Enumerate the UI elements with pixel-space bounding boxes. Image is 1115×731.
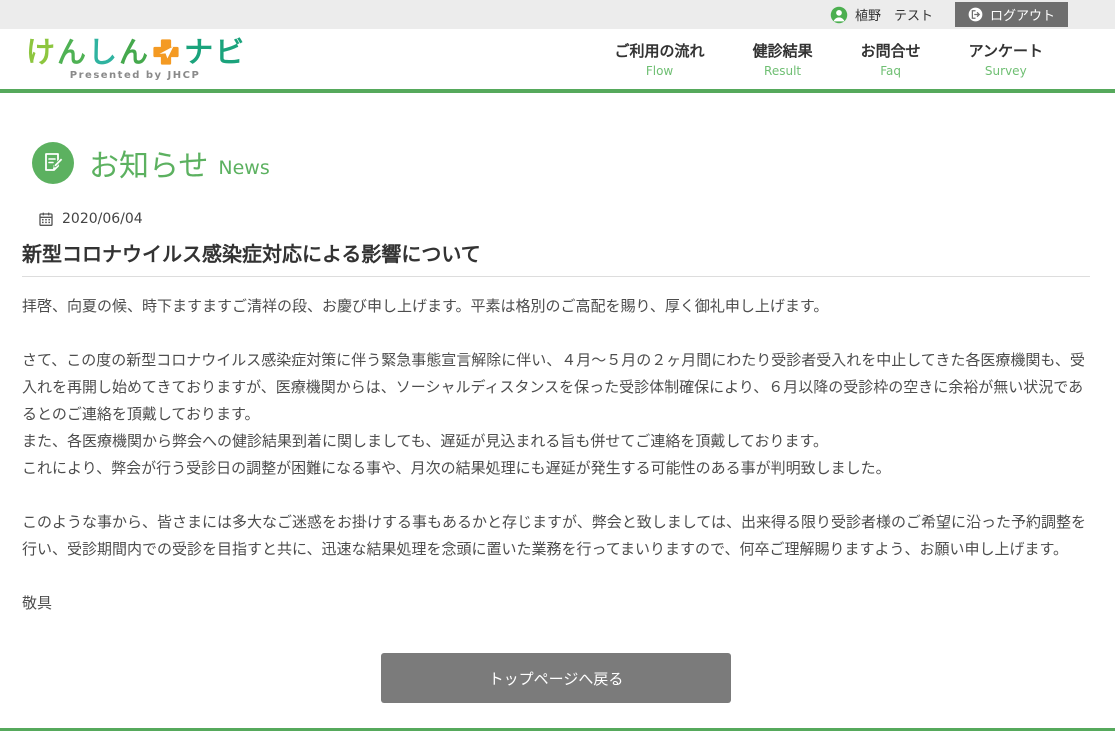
nav-label-jp: 健診結果	[752, 42, 813, 60]
logo-char: ん	[119, 34, 149, 69]
nav-label-en: Survey	[984, 64, 1027, 78]
article-date: 2020/06/04	[62, 211, 143, 227]
article-paragraph: このような事から、皆さまには多大なご迷惑をお掛けする事もあるかと存じますが、弊会…	[22, 513, 1086, 558]
logo-char: し	[88, 34, 118, 69]
nav-item-survey[interactable]: アンケート Survey	[969, 40, 1043, 78]
logged-in-user: 植野 テスト	[830, 5, 933, 24]
article-title: 新型コロナウイルス感染症対応による影響について	[22, 238, 1090, 277]
article-closing: 敬具	[22, 594, 53, 612]
nav-label-jp: ご利用の流れ	[614, 42, 705, 60]
nav-label-jp: お問合せ	[860, 42, 921, 60]
article-paragraph: さて、この度の新型コロナウイルス感染症対策に伴う緊急事態宣言解除に伴い、４月～５…	[22, 351, 1085, 477]
logo-char: ナ	[184, 34, 214, 69]
main-content: お知らせ News 2020/06/04 新型コロナウイルス感染症対応による影響…	[0, 141, 1115, 703]
nav-label-en: Flow	[645, 64, 674, 78]
news-section-heading: お知らせ News	[22, 141, 1090, 185]
logout-icon	[968, 7, 983, 22]
nav-item-faq[interactable]: お問合せ Faq	[861, 40, 921, 78]
user-name: 植野 テスト	[854, 9, 933, 24]
logo-subtitle: Presented by JHCP	[69, 69, 201, 81]
nav-label-en: Result	[764, 64, 802, 78]
news-icon	[32, 142, 74, 184]
button-row: トップページへ戻る	[22, 653, 1090, 703]
logo-char: ビ	[215, 34, 245, 69]
logo-char: け	[26, 34, 56, 69]
calendar-icon	[38, 211, 54, 227]
nav-label-jp: アンケート	[968, 42, 1043, 60]
back-to-top-button[interactable]: トップページへ戻る	[381, 653, 731, 703]
site-header: け ん し ん ナ ビ Presented by JHCP ご利用の流れ Flo…	[0, 29, 1115, 93]
nav-item-flow[interactable]: ご利用の流れ Flow	[615, 40, 705, 78]
nav-label-en: Faq	[880, 64, 901, 78]
article-body: 拝啓、向夏の候、時下ますますご清祥の段、お慶び申し上げます。平素は格別のご高配を…	[22, 293, 1090, 617]
logo-cross-plane-icon	[152, 38, 180, 66]
article-paragraph: 拝啓、向夏の候、時下ますますご清祥の段、お慶び申し上げます。平素は格別のご高配を…	[22, 297, 829, 315]
nav-item-result[interactable]: 健診結果 Result	[753, 40, 813, 78]
news-heading-jp: お知らせ	[89, 149, 209, 184]
article-date-row: 2020/06/04	[22, 211, 1090, 227]
logo-char: ん	[57, 34, 87, 69]
logout-button[interactable]: ログアウト	[954, 2, 1068, 27]
site-logo[interactable]: け ん し ん ナ ビ Presented by JHCP	[26, 34, 245, 81]
topbar: 植野 テスト ログアウト	[0, 0, 1115, 29]
news-heading-en: News	[218, 156, 270, 179]
main-nav: ご利用の流れ Flow 健診結果 Result お問合せ Faq アンケート S…	[615, 40, 1043, 78]
user-icon	[830, 6, 848, 24]
logout-label: ログアウト	[989, 9, 1055, 24]
